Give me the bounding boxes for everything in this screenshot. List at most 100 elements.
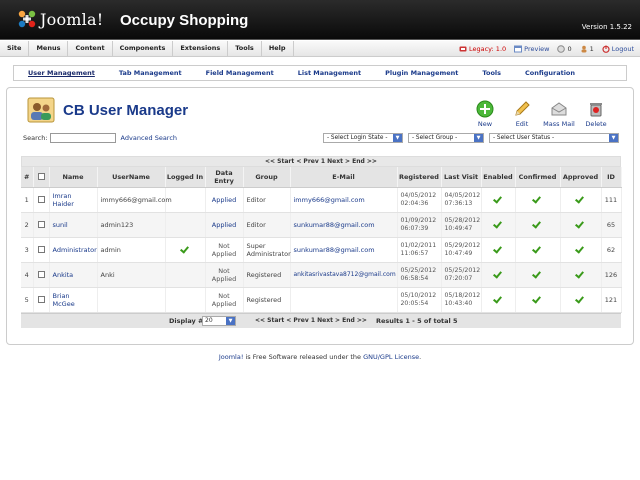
row-checkbox[interactable] xyxy=(37,196,45,203)
last-visit-date-day: 05/28/2012 xyxy=(444,216,481,224)
data-entry-applied-link[interactable]: Applied xyxy=(205,187,244,213)
col-logged-in[interactable]: Logged In xyxy=(165,167,206,188)
data-entry-line2: Applied xyxy=(211,249,237,258)
row-checkbox[interactable] xyxy=(37,246,45,253)
group-select[interactable]: - Select Group - ▼ xyxy=(408,133,484,143)
edit-button[interactable]: Edit xyxy=(505,96,539,128)
data-entry-line1: Not xyxy=(218,241,230,250)
col-id[interactable]: ID xyxy=(601,167,622,188)
confirmed-toggle[interactable] xyxy=(515,212,561,238)
user-email-link[interactable]: ankitasrivastava8712@gmail.com xyxy=(290,262,398,288)
users-online-count[interactable]: 1 xyxy=(580,45,594,53)
enabled-toggle[interactable] xyxy=(481,187,516,213)
select-all-checkbox[interactable] xyxy=(37,173,45,181)
row-checkbox[interactable] xyxy=(37,271,45,278)
user-name-link[interactable]: Brian McGee xyxy=(49,287,98,313)
tab-list-management[interactable]: List Management xyxy=(286,69,373,77)
confirmed-toggle[interactable] xyxy=(515,237,561,263)
data-entry-line1: Not xyxy=(218,291,230,300)
col-confirmed[interactable]: Confirmed xyxy=(515,167,561,188)
advanced-search-link[interactable]: Advanced Search xyxy=(121,134,178,142)
pager-bottom[interactable]: << Start < Prev 1 Next > End >> xyxy=(255,317,367,324)
admin-header: Joomla! Occupy Shopping Version 1.5.22 xyxy=(0,0,640,40)
logged-in-cell xyxy=(165,287,206,313)
approved-toggle[interactable] xyxy=(560,212,602,238)
delete-button-label: Delete xyxy=(585,120,607,128)
chevron-down-icon: ▼ xyxy=(226,316,235,325)
edit-button-label: Edit xyxy=(515,120,529,128)
approved-toggle[interactable] xyxy=(560,237,602,263)
tab-configuration[interactable]: Configuration xyxy=(513,69,587,77)
new-button[interactable]: New xyxy=(468,96,502,128)
data-entry-applied-link[interactable]: Applied xyxy=(205,212,244,238)
menu-help[interactable]: Help xyxy=(262,41,294,57)
user-group: Editor xyxy=(243,212,291,238)
user-name-link[interactable]: Administrator xyxy=(49,237,98,263)
confirmed-toggle[interactable] xyxy=(515,287,561,313)
user-username: admin xyxy=(97,237,166,263)
messages-count[interactable]: 0 xyxy=(557,45,572,53)
menu-menus[interactable]: Menus xyxy=(29,41,69,57)
user-group: Editor xyxy=(243,187,291,213)
col-enabled[interactable]: Enabled xyxy=(481,167,516,188)
search-input[interactable] xyxy=(49,133,116,143)
preview-link[interactable]: Preview xyxy=(514,45,549,53)
delete-button[interactable]: Delete xyxy=(579,96,613,128)
mass-mail-button[interactable]: Mass Mail xyxy=(542,96,576,128)
user-name-link[interactable]: Ankita xyxy=(49,262,98,288)
tab-tools[interactable]: Tools xyxy=(470,69,513,77)
approved-toggle[interactable] xyxy=(560,187,602,213)
menu-content[interactable]: Content xyxy=(68,41,113,57)
chevron-down-icon: ▼ xyxy=(609,134,618,142)
enabled-toggle[interactable] xyxy=(481,262,516,288)
user-email-link[interactable]: immy666@gmail.com xyxy=(290,187,398,213)
license-link[interactable]: GNU/GPL License xyxy=(363,353,419,361)
logout-link[interactable]: Logout xyxy=(602,45,634,53)
tab-user-management[interactable]: User Management xyxy=(16,69,107,77)
user-email-link[interactable]: sunkumar88@gmail.com xyxy=(290,212,398,238)
approved-toggle[interactable] xyxy=(560,262,602,288)
row-select xyxy=(33,187,50,213)
user-status-select[interactable]: - Select User Status - ▼ xyxy=(489,133,619,143)
col-name[interactable]: Name xyxy=(49,167,98,188)
user-email-link[interactable] xyxy=(290,287,398,313)
logged-in-cell xyxy=(165,262,206,288)
col-approved[interactable]: Approved xyxy=(560,167,602,188)
tab-plugin-management[interactable]: Plugin Management xyxy=(373,69,470,77)
user-id: 65 xyxy=(601,212,622,238)
enabled-toggle[interactable] xyxy=(481,212,516,238)
col-registered[interactable]: Registered xyxy=(397,167,442,188)
user-name-link[interactable]: sunil xyxy=(49,212,98,238)
registered-date-time: 06:07:39 xyxy=(400,224,429,232)
menu-tools[interactable]: Tools xyxy=(228,41,262,57)
user-name-link[interactable]: Imran Haider xyxy=(49,187,98,213)
menu-components[interactable]: Components xyxy=(113,41,174,57)
col-data-entry[interactable]: Data Entry xyxy=(205,167,244,188)
tab-field-management[interactable]: Field Management xyxy=(194,69,286,77)
menu-site[interactable]: Site xyxy=(0,41,30,57)
col-username[interactable]: UserName xyxy=(97,167,166,188)
check-icon xyxy=(533,245,542,252)
menu-extensions[interactable]: Extensions xyxy=(173,41,229,57)
col-last-visit[interactable]: Last Visit xyxy=(441,167,482,188)
enabled-toggle[interactable] xyxy=(481,237,516,263)
status-area: Legacy: 1.0 Preview 0 1 Logout xyxy=(459,41,634,57)
row-checkbox[interactable] xyxy=(37,221,45,228)
approved-toggle[interactable] xyxy=(560,287,602,313)
display-count-select[interactable]: 20 ▼ xyxy=(202,315,236,326)
col-email[interactable]: E-Mail xyxy=(290,167,398,188)
user-email-link[interactable]: sunkumar88@gmail.com xyxy=(290,237,398,263)
joomla-footer-link[interactable]: Joomla! xyxy=(219,353,244,361)
row-checkbox[interactable] xyxy=(37,296,45,303)
col-group[interactable]: Group xyxy=(243,167,291,188)
enabled-toggle[interactable] xyxy=(481,287,516,313)
registered-date: 01/09/2012 06:07:39 xyxy=(397,212,442,238)
display-count-label: Display # xyxy=(169,316,204,325)
pager-top[interactable]: << Start < Prev 1 Next > End >> xyxy=(21,156,621,167)
row-select xyxy=(33,237,50,263)
login-state-select[interactable]: - Select Login State - ▼ xyxy=(323,133,403,143)
confirmed-toggle[interactable] xyxy=(515,262,561,288)
tab-tab-management[interactable]: Tab Management xyxy=(107,69,194,77)
registered-date: 01/02/2011 11:06:57 xyxy=(397,237,442,263)
confirmed-toggle[interactable] xyxy=(515,187,561,213)
